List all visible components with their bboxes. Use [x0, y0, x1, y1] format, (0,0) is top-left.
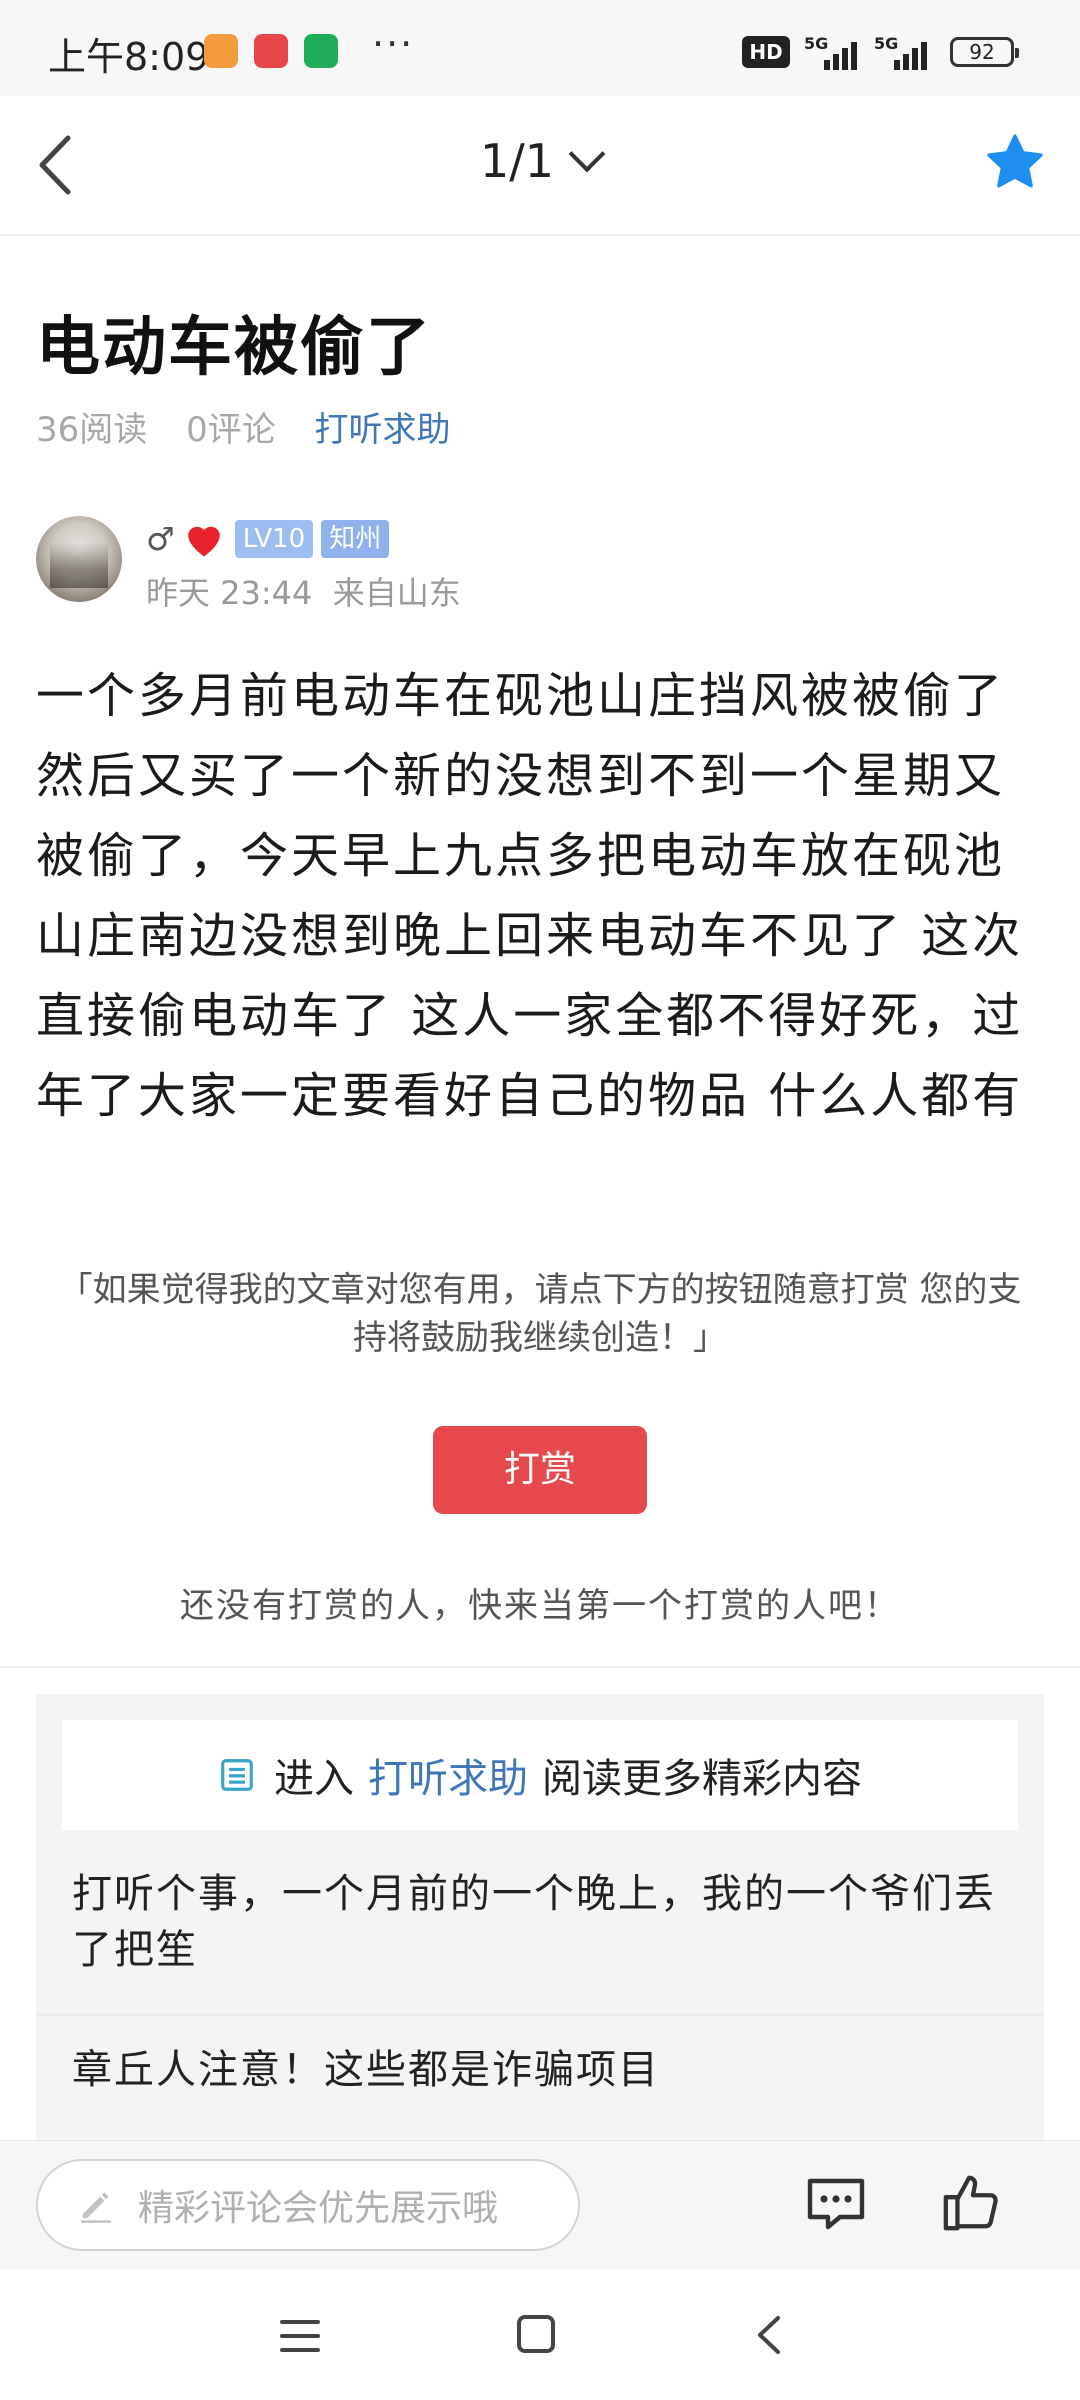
- reward-empty-text: 还没有打赏的人，快来当第一个打赏的人吧！: [180, 1586, 900, 1626]
- bottom-action-bar: 精彩评论会优先展示哦: [0, 2140, 1080, 2271]
- divider: [0, 1666, 1080, 1668]
- signal-icon: 5G: [874, 34, 934, 70]
- hd-voice-icon: HD: [742, 36, 790, 68]
- system-nav-bar: [0, 2270, 1080, 2400]
- comment-placeholder: 精彩评论会优先展示哦: [138, 2188, 499, 2229]
- home-square-icon[interactable]: [516, 2314, 556, 2354]
- list-item[interactable]: 打听个事，一个月前的一个晚上，我的一个爷们丢了把笙: [72, 1866, 1012, 1978]
- comment-button[interactable]: [804, 2175, 868, 2235]
- male-icon: ♂: [146, 520, 175, 558]
- clock: 上午8:09: [48, 35, 210, 79]
- read-count: 36阅读: [36, 410, 148, 450]
- list-icon: [221, 1759, 253, 1791]
- level-badge: LV10: [234, 520, 314, 558]
- thumbs-up-icon: [943, 2175, 998, 2231]
- back-triangle-icon[interactable]: [754, 2314, 784, 2356]
- page-indicator: 1/1: [479, 134, 555, 188]
- list-item[interactable]: 章丘人注意！这些都是诈骗项目: [72, 2042, 1012, 2098]
- author-badges: ♂ LV10 知州: [146, 516, 390, 562]
- related-section: 进入 打听求助 阅读更多精彩内容 打听个事，一个月前的一个晚上，我的一个爷们丢了…: [36, 1694, 1044, 2140]
- category-name: 打听求助: [368, 1756, 528, 1802]
- like-button[interactable]: [940, 2171, 1002, 2235]
- title-badge: 知州: [321, 520, 390, 558]
- favorite-button[interactable]: [982, 130, 1048, 196]
- app-notification-icon: [254, 34, 288, 68]
- location-text: 来自山东: [332, 574, 461, 612]
- avatar[interactable]: [36, 516, 122, 602]
- post-title: 电动车被偷了: [36, 311, 432, 385]
- more-notifications-icon: ···: [372, 22, 415, 66]
- chevron-down-icon: [568, 135, 606, 173]
- comment-count: 0评论: [186, 410, 276, 450]
- signal-icon: 5G: [804, 34, 864, 70]
- post-meta: 36阅读 0评论 打听求助: [36, 402, 479, 451]
- comment-input[interactable]: 精彩评论会优先展示哦: [36, 2159, 580, 2251]
- divider: [36, 2014, 1044, 2016]
- reward-button[interactable]: 打赏: [433, 1426, 647, 1514]
- time-text: 昨天 23:44: [146, 574, 313, 612]
- reward-message: 「如果觉得我的文章对您有用，请点下方的按钮随意打赏 您的支持将鼓励我继续创造！」: [58, 1270, 1022, 1358]
- top-nav-bar: 1/1: [0, 96, 1080, 236]
- post-time: 昨天 23:44 来自山东: [146, 568, 461, 614]
- category-link[interactable]: 打听求助: [315, 410, 451, 450]
- menu-icon[interactable]: [280, 2318, 320, 2354]
- comment-bubble-icon: [807, 2178, 865, 2230]
- battery-indicator: 92: [950, 37, 1019, 67]
- star-icon: [987, 134, 1043, 188]
- app-notification-icon: [204, 34, 238, 68]
- heart-icon: [187, 526, 220, 557]
- pencil-icon: [81, 2192, 111, 2223]
- page-selector[interactable]: 1/1: [0, 134, 1080, 188]
- enter-suffix: 阅读更多精彩内容: [542, 1756, 862, 1802]
- post-content: 一个多月前电动车在砚池山庄挡风被被偷了然后又买了一个新的没想到不到一个星期又被偷…: [36, 668, 1024, 1124]
- enter-category-link[interactable]: 进入 打听求助 阅读更多精彩内容: [62, 1720, 1018, 1830]
- phone-notification-icon: [304, 34, 338, 68]
- status-bar: 上午8:09 ··· HD 5G 5G 92: [0, 0, 1080, 96]
- enter-prefix: 进入: [274, 1756, 354, 1802]
